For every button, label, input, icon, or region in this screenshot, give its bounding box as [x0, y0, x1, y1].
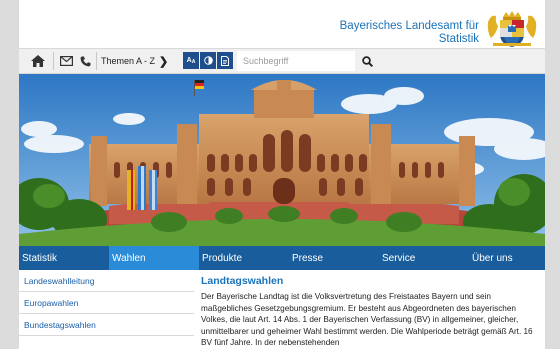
- search-icon: [361, 55, 373, 67]
- themen-a-z-label: Themen A - Z: [101, 56, 156, 66]
- search-button[interactable]: [355, 49, 379, 73]
- nav-item-statistik[interactable]: Statistik: [19, 246, 109, 270]
- themen-a-z-menu[interactable]: Themen A - Z ❯: [101, 49, 183, 73]
- toolbar-divider: [53, 52, 54, 70]
- chevron-right-icon: ❯: [159, 55, 169, 68]
- contrast-icon: [203, 56, 213, 65]
- nav-item-ueber-uns[interactable]: Über uns: [469, 246, 545, 270]
- phone-icon: [80, 56, 90, 66]
- contrast-button[interactable]: [200, 52, 216, 69]
- sidebar: Landeswahlleitung Europawahlen Bundestag…: [19, 270, 194, 336]
- envelope-icon: [59, 56, 73, 66]
- print-button[interactable]: [217, 52, 233, 69]
- sidebar-item-bundestagswahlen[interactable]: Bundestagswahlen: [19, 314, 194, 336]
- site-title-line2[interactable]: Statistik: [279, 33, 479, 46]
- nav-item-produkte[interactable]: Produkte: [199, 246, 289, 270]
- main-nav: Statistik Wahlen Produkte Presse Service…: [19, 246, 545, 270]
- main-content: Landtagswahlen Der Bayerische Landtag is…: [201, 270, 541, 349]
- nav-item-wahlen[interactable]: Wahlen: [109, 246, 199, 270]
- font-size-button[interactable]: AA: [183, 52, 199, 69]
- site-title-line1[interactable]: Bayerisches Landesamt für: [279, 20, 479, 33]
- toolbar-divider: [96, 52, 97, 70]
- toolbar: Themen A - Z ❯ AA: [19, 48, 545, 74]
- sidebar-item-europawahlen[interactable]: Europawahlen: [19, 292, 194, 314]
- contact-phone-button[interactable]: [77, 49, 93, 73]
- search-input[interactable]: [237, 51, 355, 71]
- home-button[interactable]: [25, 49, 51, 73]
- document-icon: [221, 55, 229, 66]
- intro-paragraph: Der Bayerische Landtag ist die Volksvert…: [201, 292, 533, 347]
- contact-mail-button[interactable]: [57, 49, 75, 73]
- nav-item-service[interactable]: Service: [379, 246, 469, 270]
- coat-of-arms-icon[interactable]: [485, 8, 539, 48]
- nav-item-presse[interactable]: Presse: [289, 246, 379, 270]
- page: Bayerisches Landesamt für Statistik Them…: [19, 0, 545, 349]
- sidebar-item-landeswahlleitung[interactable]: Landeswahlleitung: [19, 270, 194, 292]
- site-title[interactable]: Bayerisches Landesamt für Statistik: [279, 20, 479, 46]
- home-icon: [31, 55, 45, 67]
- hero-image: [19, 74, 545, 246]
- page-title: Landtagswahlen: [201, 275, 284, 287]
